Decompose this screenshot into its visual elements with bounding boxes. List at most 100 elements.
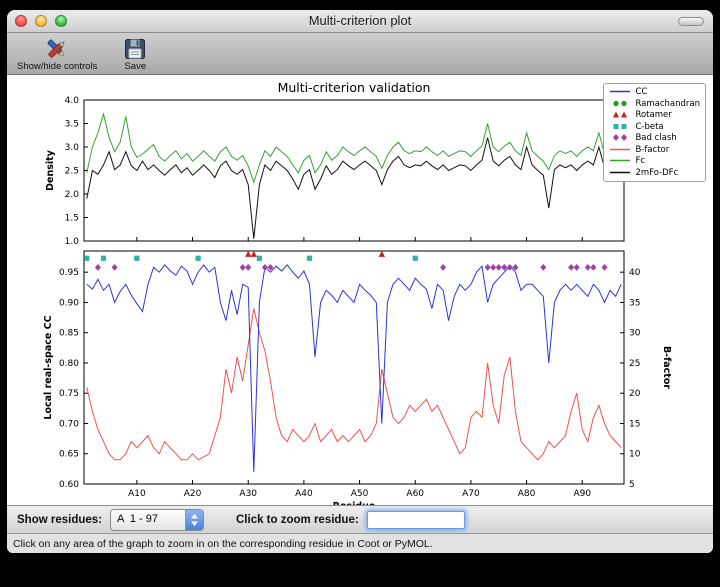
rotamer-marker <box>245 251 251 257</box>
save-icon <box>121 36 149 61</box>
y-tick-label: 0.60 <box>59 480 79 490</box>
y-tick-label: 35 <box>629 298 640 308</box>
line-legend-symbol <box>609 164 631 182</box>
x-tick-label: A30 <box>239 489 257 499</box>
bad-clash-marker <box>485 264 491 271</box>
plot-legend: CC RamachandranRotamer C-betaBad clash B-fa… <box>603 83 706 182</box>
y-tick-label: 0.75 <box>59 389 79 399</box>
y-tick-label: 3.0 <box>65 143 80 153</box>
c-beta-marker <box>101 256 106 261</box>
zoom-residue-input[interactable] <box>367 511 465 529</box>
legend-label: CC <box>635 87 647 97</box>
y-tick-label: 1.5 <box>65 214 79 224</box>
bad-clash-marker <box>440 264 446 271</box>
show-hide-controls-button[interactable]: Show/hide controls <box>17 36 97 72</box>
desktop: { "window": { "title": "Multi-criterion … <box>0 0 720 587</box>
toolbar-toggle-button[interactable] <box>678 17 704 26</box>
bad-clash-marker <box>507 264 513 271</box>
legend-label: 2mFo-DFc <box>635 168 678 178</box>
status-bar: Click on any area of the graph to zoom i… <box>7 533 713 553</box>
y-tick-label: 2.0 <box>65 190 80 200</box>
bad-clash-marker <box>585 264 591 271</box>
y-tick-label: 15 <box>629 419 640 429</box>
y-tick-label: 0.80 <box>59 359 79 369</box>
bad-clash-marker <box>590 264 596 271</box>
x-tick-label: A90 <box>573 489 591 499</box>
x-tick-label: A10 <box>128 489 146 499</box>
legend-label: C-beta <box>635 122 663 132</box>
series-2mFo-DFc <box>87 138 621 239</box>
toolbar: Show/hide controls Save <box>7 33 713 75</box>
y-tick-label: 4.0 <box>65 96 80 106</box>
residue-range-select[interactable]: A 1 - 97 <box>110 509 204 531</box>
bad-clash-marker <box>574 264 580 271</box>
y-tick-label: 40 <box>629 268 641 278</box>
bad-clash-marker <box>245 264 251 271</box>
x-tick-label: A70 <box>462 489 480 499</box>
bad-clash-marker <box>490 264 496 271</box>
bad-clash-marker <box>240 264 246 271</box>
residue-range-value: A 1 - 97 <box>111 510 185 530</box>
bad-clash-marker <box>540 264 546 271</box>
y-tick-label: 3.5 <box>65 120 79 130</box>
y-tick-label: 0.90 <box>59 298 79 308</box>
cc-axis-label: Local real-space CC <box>43 315 54 419</box>
c-beta-marker <box>413 256 418 261</box>
stepper-arrows-icon <box>185 510 203 530</box>
series-CC <box>87 265 621 472</box>
x-tick-label: A20 <box>184 489 202 499</box>
legend-label: Fc <box>635 156 645 166</box>
bad-clash-marker <box>568 264 574 271</box>
x-tick-label: A80 <box>518 489 536 499</box>
bad-clash-marker <box>496 264 502 271</box>
tools-icon <box>43 36 71 61</box>
y-tick-label: 0.65 <box>59 450 79 460</box>
rotamer-marker <box>251 251 257 257</box>
y-tick-label: 30 <box>629 329 641 339</box>
rotamer-marker <box>379 251 385 257</box>
toolbar-item-label: Save <box>124 61 146 72</box>
top-plot-frame[interactable] <box>84 100 624 241</box>
y-tick-label: 0.70 <box>59 419 79 429</box>
x-tick-label: A60 <box>406 489 424 499</box>
density-axis-label: Density <box>45 149 56 191</box>
legend-label: Ramachandran <box>635 99 700 109</box>
toolbar-item-label: Show/hide controls <box>17 61 97 72</box>
bfactor-axis-label: B-factor <box>661 346 672 389</box>
legend-label: Bad clash <box>635 133 676 143</box>
series-B-factor <box>87 309 621 460</box>
y-tick-label: 5 <box>629 480 635 490</box>
titlebar[interactable]: Multi-criterion plot <box>7 10 713 33</box>
status-text: Click on any area of the graph to zoom i… <box>13 538 433 550</box>
c-beta-marker <box>196 256 201 261</box>
window-title: Multi-criterion plot <box>7 13 713 28</box>
series-Fc <box>87 114 621 182</box>
bad-clash-marker <box>95 264 101 271</box>
show-residues-label: Show residues: <box>17 514 102 526</box>
app-window: Multi-criterion plot Show/hide controls <box>7 10 713 553</box>
y-tick-label: 2.5 <box>65 167 79 177</box>
y-tick-label: 0.95 <box>59 268 79 278</box>
x-tick-label: A40 <box>295 489 313 499</box>
controls-bar: Show residues: A 1 - 97 Click to zoom re… <box>7 505 713 533</box>
y-tick-label: 1.0 <box>65 237 80 247</box>
legend-label: B-factor <box>635 145 669 155</box>
zoom-residue-label: Click to zoom residue: <box>236 514 359 526</box>
y-tick-label: 25 <box>629 359 640 369</box>
save-button[interactable]: Save <box>121 36 149 72</box>
legend-label: Rotamer <box>635 110 671 120</box>
legend-entry: 2mFo-DFc <box>609 168 700 179</box>
c-beta-marker <box>257 256 262 261</box>
c-beta-marker <box>84 256 89 261</box>
plot-canvas[interactable]: 1.0 1.5 2.0 2.5 3.0 3.5 4.0 0.60 0.65 0.70 0.75 0.8… <box>7 75 713 505</box>
residue-axis-label: Residue <box>333 501 376 505</box>
bottom-plot-frame[interactable] <box>84 251 624 484</box>
bad-clash-marker <box>602 264 608 271</box>
y-tick-label: 10 <box>629 450 641 460</box>
y-tick-label: 0.85 <box>59 329 79 339</box>
bad-clash-marker <box>112 264 118 271</box>
chart-title: Multi-criterion validation <box>278 80 431 95</box>
c-beta-marker <box>307 256 312 261</box>
x-tick-label: A50 <box>351 489 369 499</box>
y-tick-label: 20 <box>629 389 641 399</box>
